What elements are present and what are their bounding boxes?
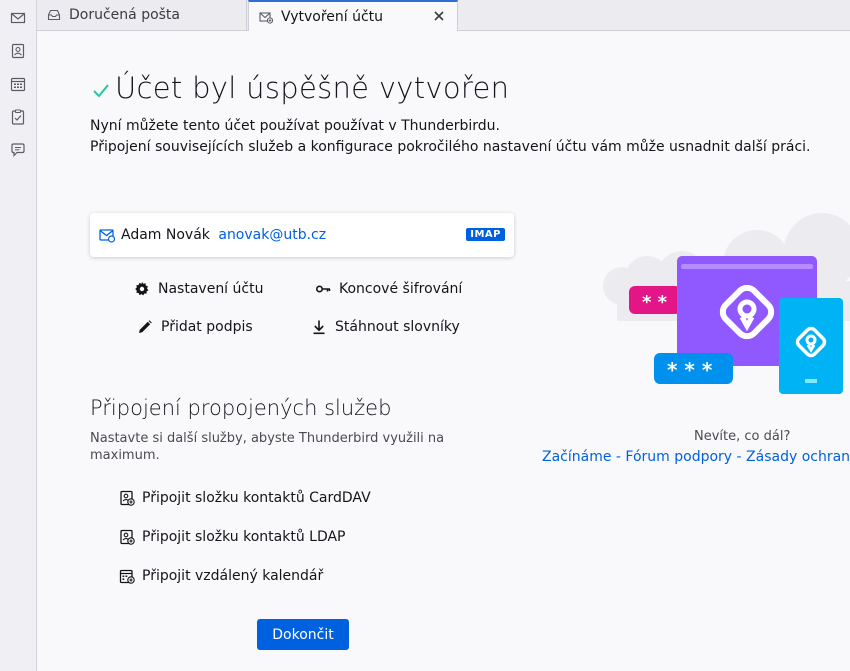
end-to-end-encryption-label: Koncové šifrování <box>339 281 463 297</box>
support-forum-link[interactable]: Fórum podpory <box>625 449 732 465</box>
end-to-end-encryption-button[interactable]: Koncové šifrování <box>315 281 462 297</box>
tab-inbox[interactable]: Doručená pošta <box>37 0 247 30</box>
account-identity: Adam Novák anovak@utb.cz <box>121 227 326 243</box>
success-header: Účet byl úspěšně vytvořen <box>91 71 509 105</box>
account-settings-label: Nastavení účtu <box>158 281 264 297</box>
tab-account-setup-label: Vytvoření účtu <box>281 8 384 25</box>
success-description-2: Připojení souvisejících služeb a konfigu… <box>90 139 811 155</box>
tab-account-setup[interactable]: Vytvoření účtu <box>248 0 458 31</box>
account-card: Adam Novák anovak@utb.cz IMAP <box>90 213 514 257</box>
address-book-add-icon <box>120 529 135 545</box>
add-signature-label: Přidat podpis <box>161 319 253 335</box>
new-mail-account-icon <box>259 11 273 24</box>
help-link-separator: - <box>732 449 747 465</box>
add-signature-button[interactable]: Přidat podpis <box>137 319 253 335</box>
help-link-separator: - <box>611 449 626 465</box>
address-book-icon[interactable] <box>8 41 28 61</box>
chat-icon[interactable] <box>8 140 28 160</box>
pencil-icon <box>139 320 152 333</box>
download-dictionaries-label: Stáhnout slovníky <box>335 319 460 335</box>
account-email[interactable]: anovak@utb.cz <box>218 227 326 243</box>
page-title: Účet byl úspěšně vytvořen <box>115 71 510 105</box>
tab-bar: Doručená pošta Vytvoření účtu <box>37 0 850 31</box>
mail-account-icon <box>99 229 115 243</box>
account-setup-illustration: * * * * * <box>603 213 850 394</box>
linked-services-description: Nastavte si další služby, abyste Thunder… <box>90 431 445 463</box>
connect-carddav-button[interactable]: Připojit složku kontaktů CardDAV <box>119 490 371 506</box>
svg-text:* * *: * * * <box>667 358 713 382</box>
download-icon <box>313 320 325 335</box>
tab-inbox-label: Doručená pošta <box>69 7 181 23</box>
spaces-toolbar <box>0 0 37 671</box>
account-setup-content: Účet byl úspěšně vytvořen Nyní můžete te… <box>37 31 850 671</box>
help-question: Nevíte, co dál? <box>694 429 791 444</box>
connect-ldap-button[interactable]: Připojit složku kontaktů LDAP <box>119 529 346 545</box>
connect-carddav-label: Připojit složku kontaktů CardDAV <box>142 490 371 506</box>
download-dictionaries-button[interactable]: Stáhnout slovníky <box>311 319 460 335</box>
account-settings-button[interactable]: Nastavení účtu <box>134 281 263 297</box>
success-description-1: Nyní můžete tento účet používat používat… <box>90 118 500 134</box>
connect-remote-calendar-button[interactable]: Připojit vzdálený kalendář <box>119 568 323 584</box>
protocol-badge: IMAP <box>466 228 505 241</box>
close-icon[interactable] <box>431 8 447 24</box>
key-icon <box>315 285 331 293</box>
calendar-icon[interactable] <box>8 74 28 94</box>
mail-icon[interactable] <box>8 8 28 28</box>
linked-services-heading: Připojení propojených služeb <box>90 396 392 420</box>
tasks-icon[interactable] <box>8 107 28 127</box>
gear-icon <box>135 282 149 296</box>
inbox-icon <box>47 9 61 21</box>
address-book-add-icon <box>120 490 135 506</box>
connect-remote-calendar-label: Připojit vzdálený kalendář <box>142 568 324 584</box>
connect-ldap-label: Připojit složku kontaktů LDAP <box>142 529 346 545</box>
svg-text:* *: * * <box>642 292 668 313</box>
privacy-policy-link[interactable]: Zásady ochrany o <box>746 449 850 465</box>
finish-button[interactable]: Dokončit <box>257 619 349 650</box>
calendar-add-icon <box>119 569 135 584</box>
account-name: Adam Novák <box>121 227 210 243</box>
getting-started-link[interactable]: Začínáme <box>542 449 611 465</box>
help-links: Začínáme - Fórum podpory - Zásady ochran… <box>542 449 850 465</box>
checkmark-icon <box>93 84 109 98</box>
